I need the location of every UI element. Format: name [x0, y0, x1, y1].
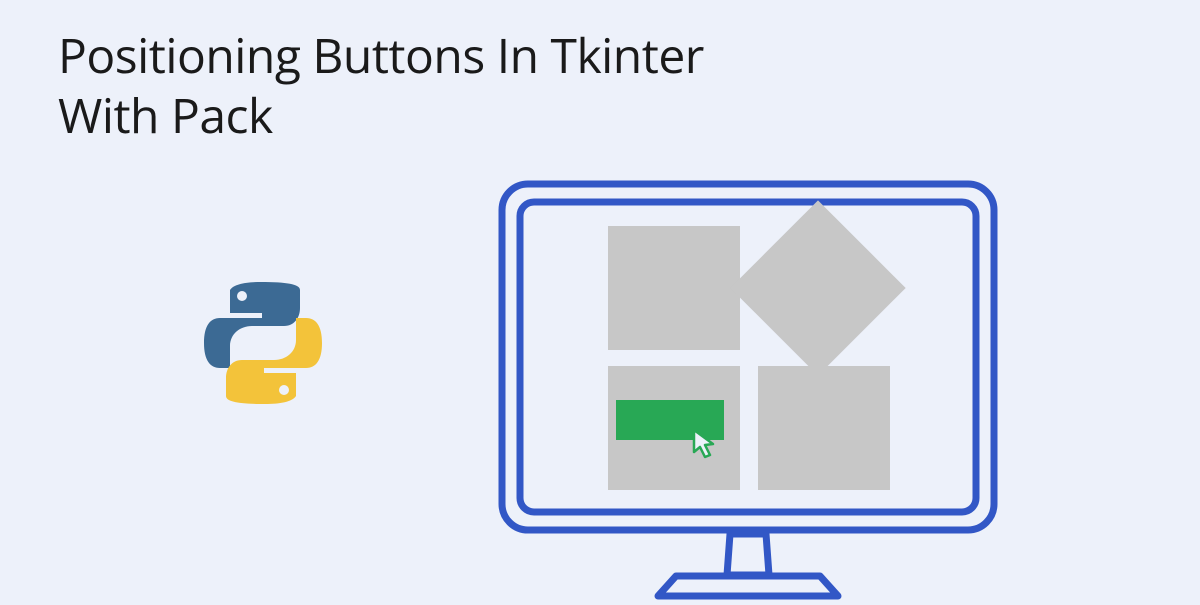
monitor-illustration: [498, 180, 998, 600]
monitor-base: [658, 576, 838, 596]
monitor-neck: [727, 534, 769, 575]
shape-square-top-left: [608, 226, 740, 350]
green-button: [616, 400, 724, 440]
title-line-2: With Pack: [58, 83, 273, 148]
python-yellow-shape: [226, 318, 322, 404]
page-title: Positioning Buttons In Tkinter With Pack: [58, 26, 704, 146]
python-logo-icon: [198, 278, 328, 408]
monitor-outer-frame: [502, 184, 994, 530]
shape-square-bottom-right: [758, 366, 890, 490]
python-blue-shape: [204, 282, 300, 368]
shape-diamond-top-right: [730, 200, 905, 375]
title-line-1: Positioning Buttons In Tkinter: [58, 23, 704, 88]
monitor-inner-frame: [520, 202, 976, 512]
python-blue-eye: [237, 291, 247, 301]
python-yellow-eye: [279, 385, 289, 395]
